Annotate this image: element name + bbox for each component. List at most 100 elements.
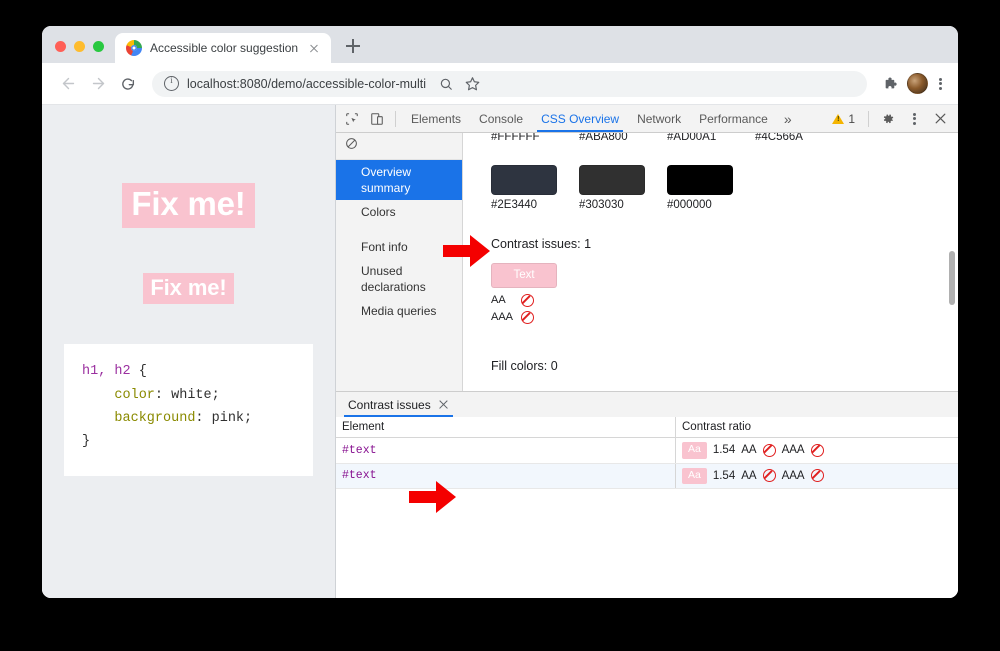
chrome-favicon-icon — [126, 40, 142, 56]
aa-label: AA — [491, 294, 506, 306]
swatch-cell-0[interactable]: #2E3440 — [491, 165, 579, 211]
ratio-wrap: Aa 1.54 AA AAA — [682, 467, 958, 485]
code-open-brace: { — [138, 364, 147, 380]
ratio-aa-label: AA — [741, 469, 757, 482]
search-icon[interactable] — [434, 72, 458, 96]
tab-performance[interactable]: Performance — [690, 105, 777, 132]
cell-element[interactable]: #text — [336, 437, 676, 464]
column-header-element[interactable]: Element — [336, 417, 676, 438]
spacer-b — [491, 211, 958, 237]
color-swatch-000000[interactable] — [667, 165, 733, 195]
code-selector: h1, h2 — [82, 364, 131, 380]
drawer-tab-bar: Contrast issues — [336, 392, 958, 417]
code-value-1: pink — [211, 410, 245, 426]
h1-wrap: Fix me! — [42, 105, 335, 228]
top-hex-label-3: #4C566A — [755, 133, 803, 143]
top-hex-cell-1: #ABA800 — [579, 133, 667, 143]
warning-indicator[interactable]: 1 — [826, 112, 861, 126]
address-bar[interactable]: localhost:8080/demo/accessible-color-mul… — [152, 70, 867, 97]
element-selector: #text — [342, 443, 377, 457]
clipped-swatch-row: #FFFFFF #ABA800 #AD00A1 #4C566A — [491, 133, 958, 147]
gear-icon[interactable] — [876, 108, 900, 130]
no-entry-icon — [762, 469, 776, 483]
close-window-button[interactable] — [55, 41, 66, 52]
contrast-sample-chip[interactable]: Text — [491, 263, 557, 288]
kebab-dots — [906, 111, 922, 127]
column-header-contrast-ratio[interactable]: Contrast ratio — [675, 417, 958, 438]
sidebar-item-media-queries[interactable]: Media queries — [336, 299, 462, 323]
toolbar-divider — [395, 110, 396, 127]
ratio-wrap: Aa 1.54 AA AAA — [682, 442, 958, 459]
spacer-e — [491, 325, 958, 359]
table-header-row: Element Contrast ratio — [336, 417, 958, 438]
arrow-right-icon[interactable] — [84, 70, 112, 98]
arrow-left-icon[interactable] — [54, 70, 82, 98]
cell-contrast-ratio: Aa 1.54 AA AAA — [675, 463, 958, 490]
vertical-scrollbar[interactable] — [949, 251, 955, 305]
puzzle-piece-icon[interactable] — [879, 72, 903, 96]
ratio-aaa-label: AAA — [781, 469, 805, 482]
aa-preview-swatch: Aa — [682, 467, 707, 485]
page-body: Fix me! Fix me! h1, h2 { color: white; b… — [42, 105, 335, 477]
kebab-menu-icon[interactable] — [932, 76, 948, 92]
info-circle-icon[interactable] — [164, 75, 179, 91]
color-swatch-2e3440[interactable] — [491, 165, 557, 195]
contrast-level-aaa: AAA — [491, 311, 958, 325]
star-icon[interactable] — [460, 72, 484, 96]
sidebar-toolbar — [336, 133, 462, 160]
code-close-brace: } — [82, 433, 91, 449]
browser-tab[interactable]: Accessible color suggestion — [115, 33, 332, 63]
omnibox-actions — [434, 72, 484, 96]
toolbar-divider-2 — [868, 110, 869, 127]
css-overview-area: Overview summary Colors Font info Unused… — [336, 133, 958, 391]
table-row[interactable]: #text Aa 1.54 AA AAA — [336, 437, 958, 464]
inspect-cursor-icon[interactable] — [340, 108, 364, 130]
minimize-window-button[interactable] — [74, 41, 85, 52]
top-hex-cell-0: #FFFFFF — [491, 133, 579, 143]
kebab-menu-icon[interactable] — [902, 108, 926, 130]
top-hex-label-1: #ABA800 — [579, 133, 628, 143]
cell-element[interactable]: #text — [336, 463, 676, 490]
css-overview-content: #FFFFFF #ABA800 #AD00A1 #4C566A #2E3440 … — [463, 133, 958, 391]
url-text: localhost:8080/demo/accessible-color-mul… — [187, 76, 427, 91]
chevron-double-right-icon[interactable]: » — [777, 111, 799, 127]
window-controls — [42, 41, 115, 63]
no-entry-icon — [810, 443, 824, 457]
h2-wrap: Fix me! — [42, 228, 335, 305]
device-toolbar-icon[interactable] — [365, 108, 389, 130]
tab-css-overview[interactable]: CSS Overview — [532, 105, 628, 132]
close-icon[interactable] — [438, 399, 449, 410]
css-snippet: h1, h2 { color: white; background: pink;… — [82, 364, 253, 449]
sidebar-item-overview-summary[interactable]: Overview summary — [336, 160, 462, 201]
drawer-tab-contrast-issues[interactable]: Contrast issues — [344, 392, 453, 417]
tab-network[interactable]: Network — [628, 105, 690, 132]
contrast-issues-title: Contrast issues: 1 — [491, 237, 592, 251]
no-entry-icon — [810, 469, 824, 483]
color-swatch-303030[interactable] — [579, 165, 645, 195]
tab-console[interactable]: Console — [470, 105, 532, 132]
browser-content: Fix me! Fix me! h1, h2 { color: white; b… — [42, 105, 958, 598]
close-icon[interactable] — [306, 40, 322, 56]
top-hex-label-2: #AD00A1 — [667, 133, 717, 143]
close-icon[interactable] — [928, 108, 952, 130]
table-head: Element Contrast ratio — [336, 417, 958, 438]
no-entry-icon — [521, 294, 534, 308]
browser-window: Accessible color suggestion localhost:80… — [42, 26, 958, 598]
plus-icon[interactable] — [339, 32, 367, 60]
reload-icon[interactable] — [114, 70, 142, 98]
arrow-to-contrast-chip — [443, 234, 491, 273]
contrast-issues-table: Element Contrast ratio #text Aa 1.54 AA … — [336, 417, 958, 490]
no-entry-icon[interactable] — [345, 137, 358, 155]
sidebar-item-colors[interactable]: Colors — [336, 200, 462, 224]
code-value-0: white — [171, 387, 212, 403]
warning-triangle-icon — [832, 113, 845, 124]
code-property-1: background — [114, 410, 196, 426]
maximize-window-button[interactable] — [93, 41, 104, 52]
avatar-icon[interactable] — [907, 73, 928, 94]
tab-elements[interactable]: Elements — [402, 105, 470, 132]
browser-actions — [875, 72, 948, 96]
page-h2: Fix me! — [143, 272, 234, 305]
swatch-cell-2[interactable]: #000000 — [667, 165, 755, 211]
swatch-cell-1[interactable]: #303030 — [579, 165, 667, 211]
top-hex-cell-2: #AD00A1 — [667, 133, 755, 143]
